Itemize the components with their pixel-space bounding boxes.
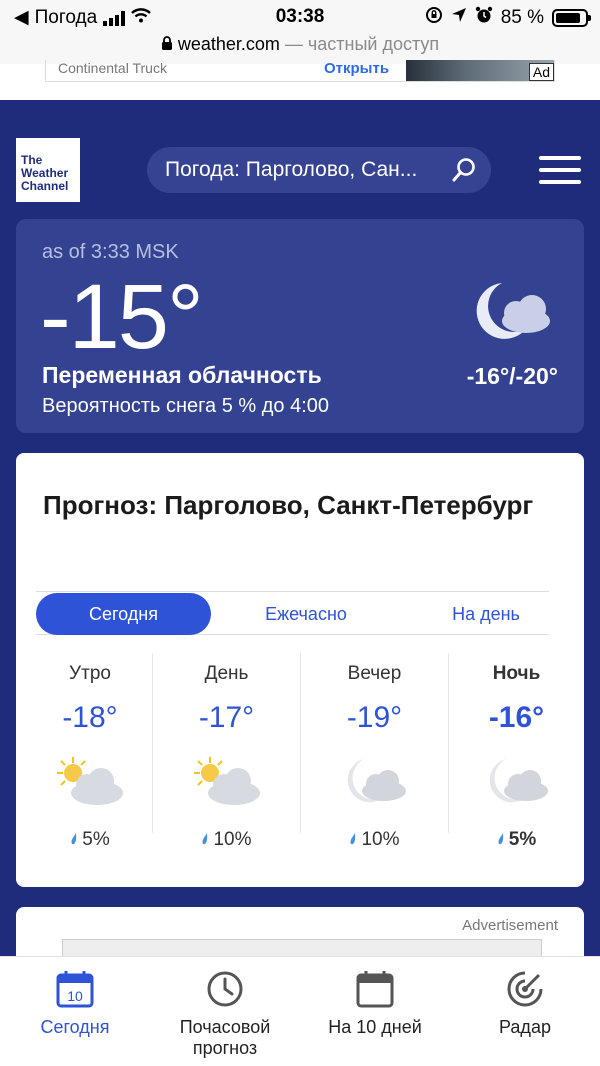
period-name: Ночь xyxy=(492,663,541,684)
url-host: weather.com xyxy=(177,34,280,54)
top-ad-open-button[interactable]: Открыть xyxy=(324,60,389,77)
weather-channel-logo[interactable]: The Weather Channel xyxy=(16,138,80,202)
lock-icon xyxy=(161,34,178,54)
period-morning[interactable]: Утро -18° 5% xyxy=(16,653,164,850)
partly-cloudy-night-icon xyxy=(468,277,558,354)
period-temperature: -18° xyxy=(62,701,118,734)
location-icon xyxy=(451,7,467,29)
location-search-bar[interactable]: Погода: Парголово, Сан... xyxy=(147,147,491,193)
search-input[interactable]: Погода: Парголово, Сан... xyxy=(165,158,417,181)
alarm-icon xyxy=(475,6,493,30)
tab-today[interactable]: Сегодня xyxy=(36,593,211,635)
period-night[interactable]: Ночь -16° 5% xyxy=(448,653,584,850)
nav-10-day[interactable]: На 10 дней xyxy=(300,969,450,1038)
period-temperature: -19° xyxy=(346,701,403,734)
period-precip-chance: 10% xyxy=(301,829,448,851)
partly-cloudy-night-icon xyxy=(482,757,552,807)
period-chance-value: 10% xyxy=(361,829,400,850)
high-low-temperature: -16°/-20° xyxy=(466,363,558,389)
period-chance-value: 10% xyxy=(213,829,252,850)
bottom-navigation: 10 Сегодня Почасовой прогноз На 10 дней … xyxy=(0,956,600,1066)
nav-10-day-label: На 10 дней xyxy=(328,1017,422,1037)
clock-icon xyxy=(207,971,243,1007)
period-name: Утро xyxy=(69,663,111,684)
search-icon[interactable] xyxy=(451,157,477,189)
period-evening[interactable]: Вечер -19° 10% xyxy=(300,653,448,850)
raindrop-icon xyxy=(350,833,356,845)
forecast-card: Прогноз: Парголово, Санкт-Петербург Сего… xyxy=(16,453,584,887)
svg-text:10: 10 xyxy=(67,988,83,1004)
nav-radar-label: Радар xyxy=(499,1017,551,1037)
nav-hourly[interactable]: Почасовой прогноз xyxy=(150,969,300,1059)
logo-line-3: Channel xyxy=(21,179,69,193)
precip-chance-text: Вероятность снега 5 % до 4:00 xyxy=(42,395,330,417)
tab-daily[interactable]: На день xyxy=(396,593,576,635)
period-name: День xyxy=(204,663,249,684)
top-ad-banner[interactable]: Continental Truck Открыть Ad xyxy=(45,60,555,82)
partly-cloudy-day-icon xyxy=(55,757,125,807)
period-chance-value: 5% xyxy=(82,829,110,850)
nav-today[interactable]: 10 Сегодня xyxy=(0,969,150,1038)
current-temperature: -15° xyxy=(40,266,204,368)
period-precip-chance: 10% xyxy=(153,829,300,851)
as-of-time: as of 3:33 MSK xyxy=(42,241,179,263)
calendar-icon xyxy=(356,971,394,1008)
period-temperature: -16° xyxy=(488,701,545,734)
battery-percent: 85 % xyxy=(500,7,544,28)
radar-icon xyxy=(507,971,543,1007)
privacy-label: — частный доступ xyxy=(284,34,440,54)
forecast-tabs: Сегодня Ежечасно На день xyxy=(36,591,549,635)
current-conditions-card[interactable]: as of 3:33 MSK -15° Переменная облачност… xyxy=(16,219,584,433)
battery-icon xyxy=(552,9,591,27)
period-precip-chance: 5% xyxy=(16,829,164,851)
period-precip-chance: 5% xyxy=(449,829,584,851)
rotation-lock-icon xyxy=(425,6,443,30)
menu-icon[interactable] xyxy=(539,156,581,184)
status-right: 85 % xyxy=(425,6,591,30)
partly-cloudy-day-icon xyxy=(192,757,262,807)
nav-radar[interactable]: Радар xyxy=(450,969,600,1038)
tab-hourly[interactable]: Ежечасно xyxy=(216,593,396,635)
raindrop-icon xyxy=(71,833,77,845)
nav-today-label: Сегодня xyxy=(40,1017,110,1037)
ad-tag: Ad xyxy=(528,63,554,81)
nav-hourly-label: Почасовой прогноз xyxy=(179,1017,271,1058)
partly-cloudy-night-icon xyxy=(340,757,410,807)
forecast-title: Прогноз: Парголово, Санкт-Петербург xyxy=(43,490,534,520)
period-temperature: -17° xyxy=(198,701,255,734)
calendar-today-icon: 10 xyxy=(56,971,94,1008)
period-chance-value: 5% xyxy=(508,829,537,850)
status-bar: ◀ Погода 03:38 85 % xyxy=(0,0,600,34)
forecast-periods: Утро -18° 5% День -17° 10% Вечер -19° 10… xyxy=(16,653,584,850)
top-ad-strip: Continental Truck Открыть Ad xyxy=(0,60,600,100)
condition-phrase: Переменная облачность xyxy=(42,362,322,388)
raindrop-icon xyxy=(202,833,208,845)
advertisement-label: Advertisement xyxy=(462,917,558,934)
raindrop-icon xyxy=(498,833,503,845)
period-name: Вечер xyxy=(347,663,402,684)
top-ad-title: Continental Truck xyxy=(58,60,167,76)
period-day[interactable]: День -17° 10% xyxy=(152,653,300,850)
